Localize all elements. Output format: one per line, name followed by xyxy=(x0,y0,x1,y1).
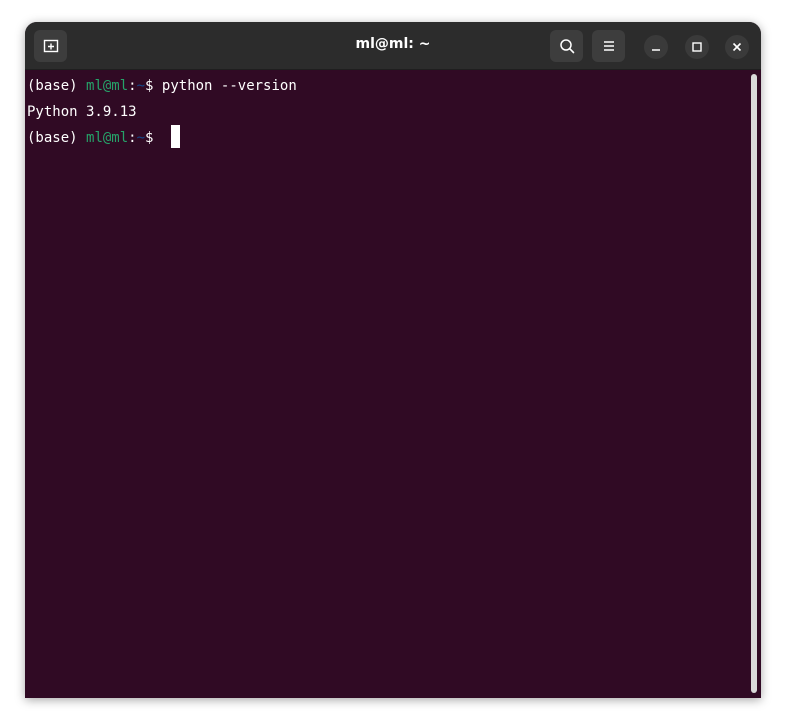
conda-env: (base) xyxy=(27,78,87,94)
close-button[interactable] xyxy=(725,35,749,59)
prompt-user-host: ml@ml xyxy=(86,78,129,94)
maximize-button[interactable] xyxy=(685,35,709,59)
terminal-line-prompt: (base) ml@ml:~$ xyxy=(27,128,162,148)
command-text: python --version xyxy=(161,78,297,94)
minimize-button[interactable] xyxy=(644,35,668,59)
menu-button[interactable] xyxy=(592,30,625,62)
prompt-dollar: $ xyxy=(145,130,162,146)
new-tab-button[interactable] xyxy=(34,30,67,62)
text-cursor xyxy=(171,125,180,148)
terminal-line-output: Python 3.9.13 xyxy=(27,102,137,122)
prompt-colon: : xyxy=(128,78,137,94)
prompt-user-host: ml@ml xyxy=(86,130,129,146)
scrollbar-thumb[interactable] xyxy=(751,74,757,693)
terminal-window: ml@ml: ~ (base) ml@ml:~$ python --versio… xyxy=(25,22,761,698)
terminal-line-command: (base) ml@ml:~$ python --version xyxy=(27,76,297,96)
search-icon xyxy=(559,39,574,54)
command-output: Python 3.9.13 xyxy=(27,104,137,120)
close-icon xyxy=(732,42,742,52)
prompt-path: ~ xyxy=(136,78,146,94)
hamburger-menu-icon xyxy=(603,41,614,51)
header-bar: ml@ml: ~ xyxy=(25,22,761,70)
prompt-colon: : xyxy=(128,130,137,146)
new-tab-icon xyxy=(43,39,58,53)
search-button[interactable] xyxy=(550,30,583,62)
maximize-icon xyxy=(692,42,702,52)
prompt-dollar: $ xyxy=(145,78,162,94)
conda-env: (base) xyxy=(27,130,87,146)
prompt-path: ~ xyxy=(136,130,146,146)
terminal-area[interactable]: (base) ml@ml:~$ python --version Python … xyxy=(25,70,747,698)
minimize-icon xyxy=(652,49,660,51)
scrollbar[interactable] xyxy=(748,70,761,698)
